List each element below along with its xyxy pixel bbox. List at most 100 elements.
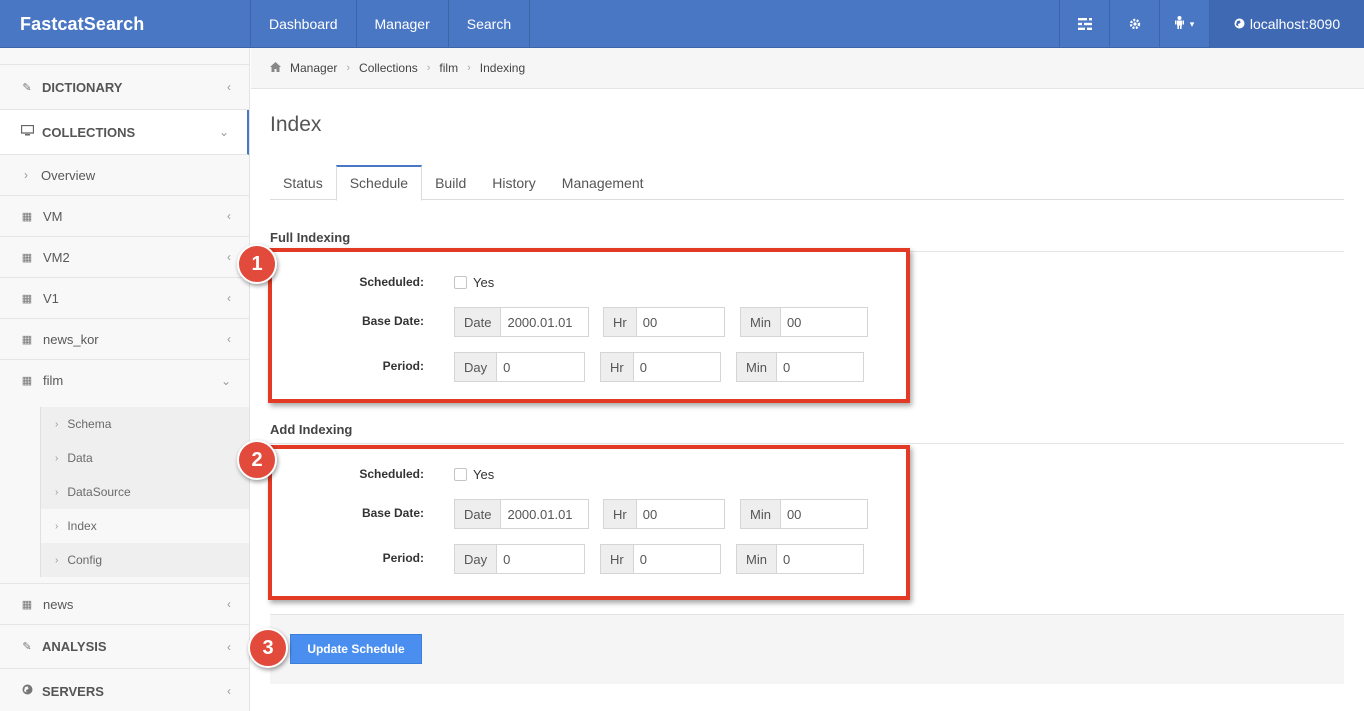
chevron-down-icon: ▾ xyxy=(1189,18,1195,29)
table-icon: ▦ xyxy=(21,251,33,264)
sidebar-item-datasource[interactable]: › DataSource xyxy=(41,475,249,509)
sidebar-item-label: Schema xyxy=(67,417,112,431)
edit-icon: ✎ xyxy=(22,641,32,653)
chevron-right-icon: › xyxy=(426,62,431,74)
globe-icon xyxy=(20,684,34,698)
update-schedule-button[interactable]: Update Schedule xyxy=(290,634,422,664)
tab-history[interactable]: History xyxy=(479,165,549,200)
sidebar-item-config[interactable]: › Config xyxy=(41,543,249,577)
sidebar-item-label: Index xyxy=(67,519,97,533)
sidebar-item-data[interactable]: › Data xyxy=(41,441,249,475)
chevron-right-icon: › xyxy=(467,62,471,74)
sidebar-item-news[interactable]: ▦ news ‹ xyxy=(0,584,249,625)
sidebar-item-film[interactable]: ▦ film ⌄ xyxy=(0,360,249,401)
sidebar-item-news-kor[interactable]: ▦ news_kor ‹ xyxy=(0,319,249,360)
brand-logo[interactable]: FastcatSearch xyxy=(20,0,144,48)
sidebar-item-v1[interactable]: ▦ V1 ‹ xyxy=(0,278,249,319)
page-title: Index xyxy=(270,113,322,136)
table-icon: ▦ xyxy=(21,598,33,611)
sidebar-item-label: Data xyxy=(67,451,93,465)
sidebar-item-label: news_kor xyxy=(43,331,99,347)
nav-right: ▾ localhost:8090 xyxy=(1059,0,1364,48)
breadcrumb: Manager › Collections › film › Indexing xyxy=(251,48,1364,89)
sidebar-item-label: SERVERS xyxy=(42,683,104,699)
chevron-right-icon: › xyxy=(55,418,59,430)
film-submenu: › Schema › Data › DataSource › Index › Config xyxy=(0,401,249,584)
sidebar-item-index[interactable]: › Index xyxy=(41,509,249,543)
chevron-left-icon: ‹ xyxy=(227,684,231,698)
chevron-left-icon: ‹ xyxy=(227,597,231,611)
table-icon: ▦ xyxy=(21,210,33,223)
sidebar-item-label: VM xyxy=(43,208,63,224)
sidebar-item-overview[interactable]: › Overview xyxy=(0,155,249,196)
chevron-down-icon: ⌄ xyxy=(218,125,229,139)
sidebar-item-label: Config xyxy=(67,553,103,567)
chevron-left-icon: ‹ xyxy=(227,209,231,223)
sidebar-item-label: news xyxy=(43,596,74,612)
desktop-icon xyxy=(20,124,34,139)
chevron-left-icon: ‹ xyxy=(227,250,231,264)
host-label: localhost:8090 xyxy=(1249,16,1341,32)
breadcrumb-film[interactable]: film xyxy=(439,61,458,75)
table-icon: ▦ xyxy=(21,333,33,346)
sidebar-item-label: DataSource xyxy=(67,485,131,499)
user-menu[interactable]: ▾ xyxy=(1159,0,1209,48)
sidebar-item-label: ANALYSIS xyxy=(42,639,107,654)
sidebar-item-dictionary[interactable]: ✎ DICTIONARY ‹ xyxy=(0,65,249,110)
sidebar-item-label: COLLECTIONS xyxy=(42,124,136,140)
sidebar-item-label: VM2 xyxy=(43,249,70,265)
chevron-left-icon: ‹ xyxy=(227,639,231,654)
tab-management[interactable]: Management xyxy=(549,165,657,200)
sidebar-item-collections[interactable]: COLLECTIONS ⌄ xyxy=(0,110,249,155)
annotation-badge-3: 3 xyxy=(248,628,288,668)
globe-icon xyxy=(1234,16,1245,32)
nav-dashboard[interactable]: Dashboard xyxy=(251,0,357,48)
top-navbar: FastcatSearch Dashboard Manager Search ▾… xyxy=(0,0,1364,48)
sidebar-item-vm[interactable]: ▦ VM ‹ xyxy=(0,196,249,237)
highlight-box-add-indexing xyxy=(268,445,910,600)
home-icon[interactable] xyxy=(270,61,281,75)
nav-manager[interactable]: Manager xyxy=(357,0,449,48)
chevron-left-icon: ‹ xyxy=(227,291,231,305)
chevron-left-icon: ‹ xyxy=(227,332,231,346)
chevron-right-icon: › xyxy=(346,62,351,74)
tab-schedule[interactable]: Schedule xyxy=(335,165,423,201)
sidebar-item-analysis[interactable]: ✎ ANALYSIS ‹ xyxy=(0,625,249,669)
sidebar-item-label: film xyxy=(43,373,64,388)
table-icon: ▦ xyxy=(21,375,33,387)
tab-status[interactable]: Status xyxy=(270,165,336,200)
sidebar-item-servers[interactable]: SERVERS ‹ xyxy=(0,669,249,711)
tasks-icon[interactable] xyxy=(1059,0,1109,48)
chevron-left-icon: ‹ xyxy=(227,80,231,94)
host-button[interactable]: localhost:8090 xyxy=(1209,0,1364,48)
annotation-badge-2: 2 xyxy=(237,440,277,480)
highlight-box-full-indexing xyxy=(268,248,910,403)
edit-icon: ✎ xyxy=(22,81,32,94)
chevron-right-icon: › xyxy=(55,452,59,464)
chevron-right-icon: › xyxy=(55,486,59,498)
nav-search[interactable]: Search xyxy=(449,0,531,48)
breadcrumb-indexing: Indexing xyxy=(479,61,526,75)
chevron-right-icon: › xyxy=(55,520,59,532)
chevron-right-icon: › xyxy=(24,168,28,182)
sidebar-item-schema[interactable]: › Schema xyxy=(41,407,249,441)
sidebar-item-label: V1 xyxy=(43,290,59,306)
add-indexing-title: Add Indexing xyxy=(270,422,1344,444)
sidebar-item-label: DICTIONARY xyxy=(42,79,123,95)
tab-bar: Status Schedule Build History Management xyxy=(270,165,1344,201)
tab-build[interactable]: Build xyxy=(422,165,479,200)
breadcrumb-manager[interactable]: Manager xyxy=(290,61,337,75)
chevron-down-icon: ⌄ xyxy=(220,373,231,388)
gear-icon[interactable] xyxy=(1109,0,1159,48)
sidebar-item-label: Overview xyxy=(41,167,96,183)
main-nav: Dashboard Manager Search xyxy=(250,0,531,48)
sidebar: ✎ DICTIONARY ‹ COLLECTIONS ⌄ › Overview … xyxy=(0,48,250,711)
sidebar-spacer xyxy=(0,48,249,65)
table-icon: ▦ xyxy=(21,292,33,305)
breadcrumb-collections[interactable]: Collections xyxy=(359,61,418,75)
user-icon xyxy=(1174,16,1184,32)
annotation-badge-1: 1 xyxy=(237,244,277,284)
sidebar-item-vm2[interactable]: ▦ VM2 ‹ xyxy=(0,237,249,278)
chevron-right-icon: › xyxy=(55,554,59,566)
form-actions-bar xyxy=(270,614,1344,684)
